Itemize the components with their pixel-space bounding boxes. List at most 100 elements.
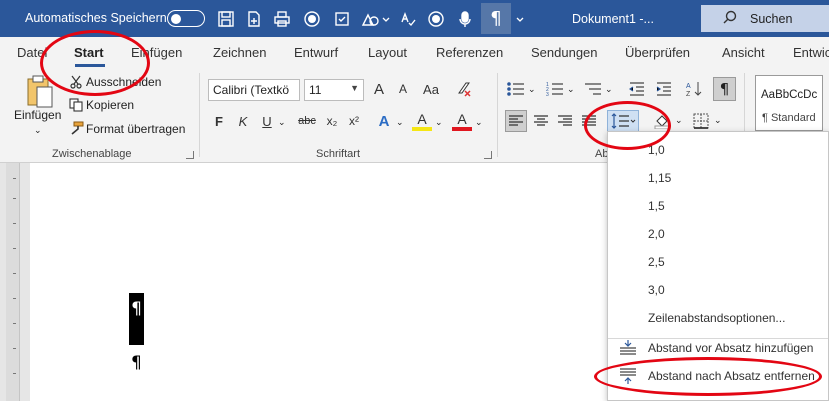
copy-label[interactable]: Kopieren: [86, 98, 134, 112]
grow-font-button[interactable]: A: [370, 80, 388, 98]
ruler-tick: [13, 373, 16, 374]
group-divider: [497, 73, 498, 157]
shrink-font-button[interactable]: A: [394, 80, 412, 98]
strikethrough-button[interactable]: abc: [296, 112, 318, 130]
shading-icon[interactable]: [651, 110, 673, 132]
sort-icon[interactable]: AZ: [684, 79, 706, 99]
spacing-option-2-5[interactable]: 2,5: [648, 255, 665, 269]
superscript-button[interactable]: x²: [346, 112, 362, 130]
clear-formatting-icon[interactable]: [454, 80, 474, 98]
record-icon[interactable]: [302, 9, 322, 29]
chevron-down-icon[interactable]: ⌄: [396, 117, 404, 128]
align-right-icon[interactable]: [554, 110, 576, 132]
paste-icon[interactable]: [22, 73, 58, 111]
font-name-value: Calibri (Textkö: [213, 83, 290, 97]
numbering-icon[interactable]: 123: [544, 79, 566, 99]
ruler-tick: [13, 178, 16, 179]
show-formatting-marks-button[interactable]: ¶: [481, 3, 511, 34]
chevron-down-icon[interactable]: ⌄: [605, 84, 613, 95]
chevron-down-icon[interactable]: ⌄: [528, 84, 536, 95]
search-icon: [723, 10, 737, 24]
cut-icon[interactable]: [68, 74, 84, 90]
align-left-icon[interactable]: [505, 110, 527, 132]
multilevel-list-icon[interactable]: [582, 79, 604, 99]
spelling-icon[interactable]: [398, 9, 418, 29]
chevron-down-icon[interactable]: ⌄: [278, 117, 286, 128]
change-case-button[interactable]: Aa: [420, 80, 442, 98]
tab-layout[interactable]: Layout: [368, 45, 407, 60]
record-icon[interactable]: [426, 9, 446, 29]
font-size-select[interactable]: 11 ▼: [304, 79, 364, 101]
highlight-button[interactable]: A: [412, 111, 432, 131]
tab-datei[interactable]: Datei: [17, 45, 47, 60]
chevron-down-icon[interactable]: [514, 9, 526, 29]
line-spacing-options-item[interactable]: Zeilenabstandsoptionen...: [648, 311, 785, 325]
borders-icon[interactable]: [690, 110, 712, 132]
ruler-tick: [13, 198, 16, 199]
chevron-down-icon[interactable]: ⌄: [34, 125, 42, 136]
tab-referenzen[interactable]: Referenzen: [436, 45, 503, 60]
font-color-button[interactable]: A: [452, 111, 472, 131]
chevron-down-icon[interactable]: [380, 9, 392, 29]
tab-start[interactable]: Start: [74, 45, 104, 60]
print-icon[interactable]: [272, 9, 292, 29]
tab-zeichnen[interactable]: Zeichnen: [213, 45, 266, 60]
text-effects-button[interactable]: A: [374, 111, 394, 131]
font-name-select[interactable]: Calibri (Textkö: [208, 79, 300, 101]
remove-space-after-item[interactable]: Abstand nach Absatz entfernen: [648, 369, 815, 383]
spacing-option-2-0[interactable]: 2,0: [648, 227, 665, 241]
shapes-icon[interactable]: [360, 9, 380, 29]
chevron-down-icon[interactable]: ⌄: [714, 115, 722, 126]
format-painter-icon[interactable]: [68, 120, 84, 136]
tab-entwicklertools[interactable]: Entwic: [793, 45, 829, 60]
cut-label[interactable]: Ausschneiden: [86, 75, 161, 89]
add-space-before-item[interactable]: Abstand vor Absatz hinzufügen: [648, 341, 813, 355]
spacing-option-1-0[interactable]: 1,0: [648, 143, 665, 157]
paragraph-mark[interactable]: ¶: [131, 353, 142, 373]
bold-button[interactable]: F: [211, 112, 227, 130]
subscript-button[interactable]: x₂: [324, 112, 340, 130]
chevron-down-icon[interactable]: ⌄: [567, 84, 575, 95]
selected-paragraph-mark[interactable]: ¶: [129, 293, 144, 345]
style-name: ¶ Standard: [762, 112, 816, 124]
chevron-down-icon[interactable]: ⌄: [435, 117, 443, 128]
tab-sendungen[interactable]: Sendungen: [531, 45, 598, 60]
tab-ueberpruefen[interactable]: Überprüfen: [625, 45, 690, 60]
line-spacing-button[interactable]: [607, 110, 639, 132]
show-marks-button[interactable]: ¶: [713, 77, 736, 101]
paste-label[interactable]: Einfügen: [14, 108, 61, 122]
spacing-option-1-15[interactable]: 1,15: [648, 171, 671, 185]
tab-entwurf[interactable]: Entwurf: [294, 45, 338, 60]
autosave-toggle[interactable]: [167, 10, 205, 27]
justify-icon[interactable]: [578, 110, 600, 132]
search-label: Suchen: [750, 12, 793, 26]
tab-ansicht[interactable]: Ansicht: [722, 45, 765, 60]
clipboard-launcher-icon[interactable]: [186, 151, 194, 159]
copy-icon[interactable]: [68, 97, 84, 113]
italic-button[interactable]: K: [235, 112, 251, 130]
style-preview: AaBbCcDc: [761, 89, 818, 101]
decrease-indent-icon[interactable]: [627, 79, 647, 99]
chevron-down-icon[interactable]: ⌄: [675, 115, 683, 126]
ruler-tick: [13, 298, 16, 299]
microphone-icon[interactable]: [455, 9, 475, 29]
group-divider: [199, 73, 200, 157]
checkbox-icon[interactable]: [332, 9, 352, 29]
document-title: Dokument1 -...: [572, 12, 654, 26]
bullets-icon[interactable]: [505, 79, 527, 99]
align-center-icon[interactable]: [530, 110, 552, 132]
vertical-ruler: [6, 163, 20, 401]
font-group-label: Schriftart: [316, 148, 361, 160]
search-box[interactable]: Suchen: [701, 5, 829, 32]
style-standard[interactable]: AaBbCcDc ¶ Standard: [755, 75, 823, 131]
underline-button[interactable]: U: [259, 112, 275, 130]
spacing-option-3-0[interactable]: 3,0: [648, 283, 665, 297]
increase-indent-icon[interactable]: [654, 79, 674, 99]
save-icon[interactable]: [216, 9, 236, 29]
new-document-icon[interactable]: [244, 9, 264, 29]
format-painter-label[interactable]: Format übertragen: [86, 122, 185, 136]
font-launcher-icon[interactable]: [484, 151, 492, 159]
tab-einfuegen[interactable]: Einfügen: [131, 45, 182, 60]
chevron-down-icon[interactable]: ⌄: [475, 117, 483, 128]
spacing-option-1-5[interactable]: 1,5: [648, 199, 665, 213]
